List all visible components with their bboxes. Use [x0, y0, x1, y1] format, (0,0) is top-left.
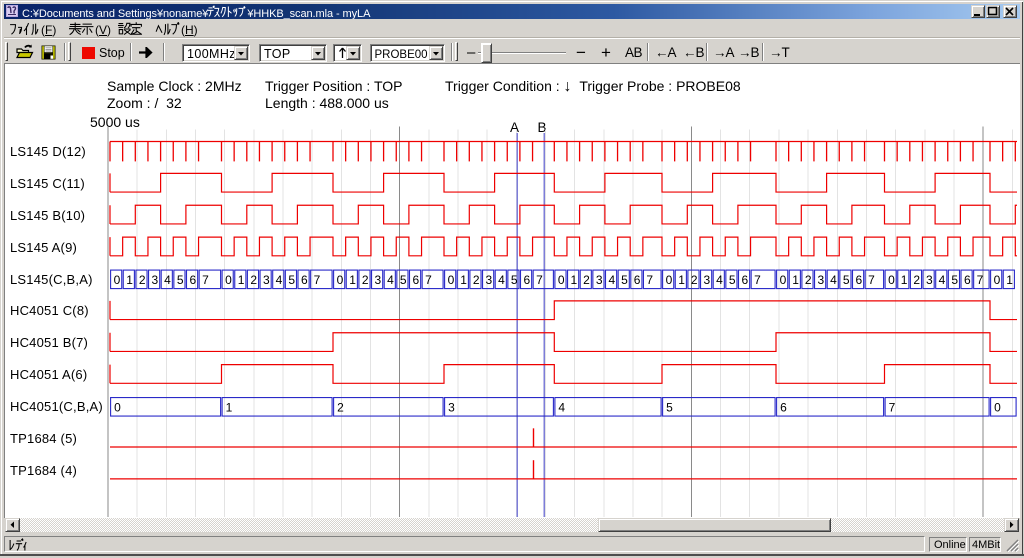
- svg-text:1: 1: [349, 273, 356, 287]
- svg-text:7: 7: [646, 273, 653, 287]
- svg-text:5: 5: [400, 273, 407, 287]
- svg-text:1: 1: [226, 400, 233, 414]
- svg-text:3: 3: [263, 273, 270, 287]
- svg-text:2: 2: [805, 273, 812, 287]
- svg-text:5: 5: [951, 273, 958, 287]
- svg-text:3: 3: [152, 273, 159, 287]
- svg-text:4: 4: [716, 273, 723, 287]
- svg-text:1: 1: [678, 273, 685, 287]
- svg-text:3: 3: [704, 273, 711, 287]
- svg-text:6: 6: [741, 273, 748, 287]
- svg-text:7: 7: [889, 400, 896, 414]
- svg-text:2: 2: [250, 273, 257, 287]
- svg-text:0: 0: [994, 400, 1001, 414]
- svg-text:1: 1: [792, 273, 799, 287]
- svg-text:0: 0: [337, 273, 344, 287]
- svg-text:2: 2: [691, 273, 698, 287]
- svg-text:0: 0: [558, 273, 565, 287]
- svg-text:4: 4: [498, 273, 505, 287]
- svg-text:6: 6: [780, 400, 787, 414]
- svg-text:1: 1: [901, 273, 908, 287]
- svg-text:5: 5: [621, 273, 628, 287]
- svg-text:6: 6: [301, 273, 308, 287]
- svg-text:2: 2: [583, 273, 590, 287]
- svg-text:3: 3: [375, 273, 382, 287]
- svg-text:7: 7: [868, 273, 875, 287]
- svg-text:4: 4: [558, 400, 565, 414]
- svg-text:7: 7: [202, 273, 209, 287]
- svg-text:4: 4: [276, 273, 283, 287]
- svg-text:0: 0: [448, 273, 455, 287]
- svg-text:0: 0: [994, 273, 1001, 287]
- svg-text:4: 4: [164, 273, 171, 287]
- svg-text:5: 5: [729, 273, 736, 287]
- svg-text:5: 5: [177, 273, 184, 287]
- svg-text:3: 3: [926, 273, 933, 287]
- svg-text:1: 1: [1006, 273, 1013, 287]
- svg-text:7: 7: [314, 273, 321, 287]
- svg-text:2: 2: [139, 273, 146, 287]
- svg-text:4: 4: [939, 273, 946, 287]
- svg-text:7: 7: [536, 273, 543, 287]
- svg-text:2: 2: [913, 273, 920, 287]
- svg-text:4: 4: [608, 273, 615, 287]
- svg-text:5: 5: [666, 400, 673, 414]
- svg-text:0: 0: [114, 273, 121, 287]
- svg-text:0: 0: [225, 273, 232, 287]
- svg-text:3: 3: [596, 273, 603, 287]
- svg-text:3: 3: [486, 273, 493, 287]
- svg-text:6: 6: [412, 273, 419, 287]
- svg-text:7: 7: [977, 273, 984, 287]
- svg-text:0: 0: [666, 273, 673, 287]
- svg-text:7: 7: [754, 273, 761, 287]
- svg-text:2: 2: [337, 400, 344, 414]
- svg-text:6: 6: [189, 273, 196, 287]
- svg-text:1: 1: [126, 273, 133, 287]
- svg-text:4: 4: [830, 273, 837, 287]
- svg-text:5: 5: [288, 273, 295, 287]
- svg-text:1: 1: [460, 273, 467, 287]
- svg-text:3: 3: [818, 273, 825, 287]
- svg-text:6: 6: [855, 273, 862, 287]
- svg-text:5: 5: [511, 273, 518, 287]
- svg-text:6: 6: [523, 273, 530, 287]
- svg-text:1: 1: [238, 273, 245, 287]
- svg-text:1: 1: [571, 273, 578, 287]
- svg-text:6: 6: [634, 273, 641, 287]
- svg-text:0: 0: [888, 273, 895, 287]
- svg-text:5: 5: [843, 273, 850, 287]
- svg-text:6: 6: [964, 273, 971, 287]
- svg-text:3: 3: [448, 400, 455, 414]
- svg-text:7: 7: [425, 273, 432, 287]
- svg-text:0: 0: [780, 273, 787, 287]
- svg-text:0: 0: [114, 400, 121, 414]
- svg-text:2: 2: [473, 273, 480, 287]
- svg-text:4: 4: [387, 273, 394, 287]
- svg-text:2: 2: [362, 273, 369, 287]
